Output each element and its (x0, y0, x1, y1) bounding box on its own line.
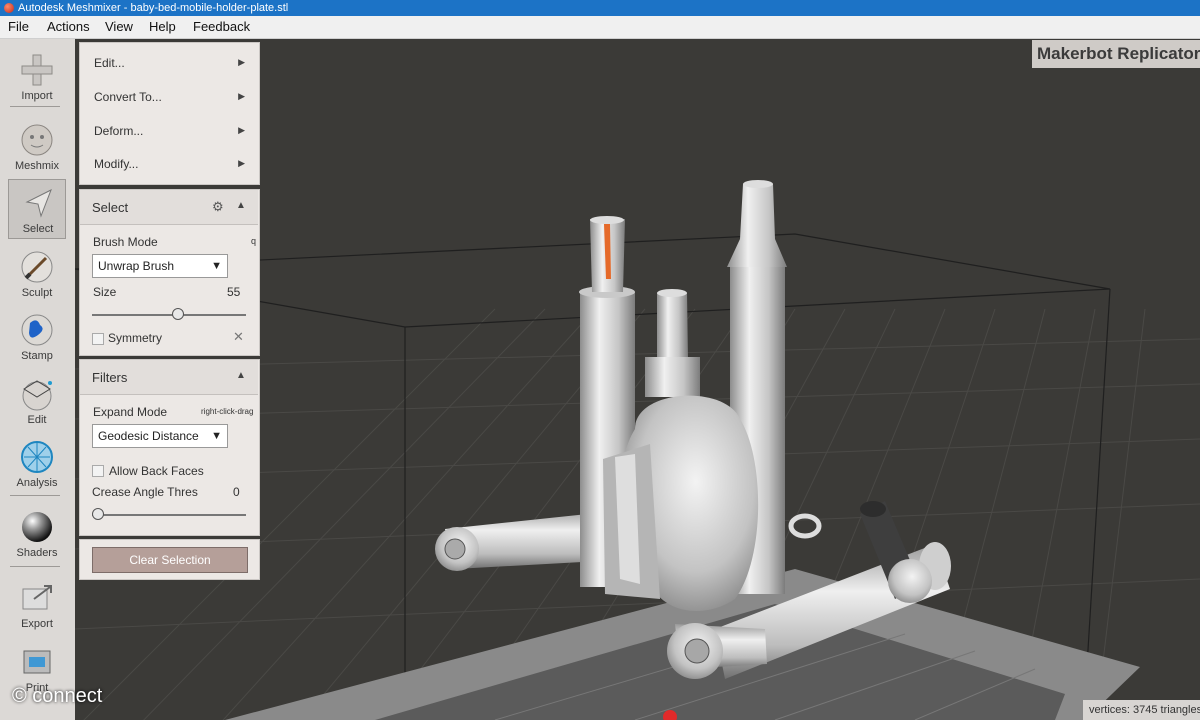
symmetry-label: Symmetry (108, 331, 162, 345)
select-icon (25, 188, 52, 218)
menu-convert-to-label: Convert To... (94, 90, 162, 104)
tool-sculpt[interactable]: Sculpt (8, 244, 66, 302)
size-label: Size (93, 285, 117, 299)
select-panel-title: Select (92, 200, 129, 215)
select-actions-menu: Edit... ▶ Convert To... ▶ Deform... ▶ Mo… (79, 42, 260, 185)
symmetry-checkbox[interactable] (92, 333, 104, 345)
allow-back-faces-checkbox[interactable] (92, 465, 104, 477)
tool-meshmix[interactable]: Meshmix (8, 117, 66, 175)
expand-mode-label: Expand Mode (93, 405, 168, 419)
chevron-right-icon: ▶ (238, 125, 245, 135)
menu-help[interactable]: Help (149, 19, 176, 34)
menu-modify[interactable]: Modify... (94, 157, 244, 171)
menu-deform-label: Deform... (94, 124, 144, 138)
watermark: © connect (12, 685, 103, 707)
expand-mode-hint: right-click-drag (201, 407, 254, 416)
stamp-icon (21, 314, 53, 346)
gear-icon[interactable]: ⚙ (212, 199, 224, 215)
chevron-right-icon: ▶ (238, 91, 245, 101)
brush-mode-dropdown[interactable]: Unwrap Brush ▼ (92, 254, 228, 278)
tool-label: Meshmix (14, 160, 59, 172)
chevron-down-icon: ▼ (211, 260, 222, 272)
chevron-down-icon: ▼ (211, 430, 222, 442)
menu-view[interactable]: View (105, 19, 133, 34)
menu-bar: File Actions View Help Feedback (0, 16, 1200, 39)
menu-edit-label: Edit... (94, 56, 125, 70)
tool-label: Edit (27, 414, 47, 426)
menu-modify-label: Modify... (94, 157, 139, 171)
collapse-icon[interactable]: ▲ (236, 370, 246, 381)
toolbar-divider (10, 495, 60, 496)
menu-feedback[interactable]: Feedback (193, 19, 250, 34)
crease-angle-value: 0 (233, 485, 240, 499)
crease-angle-label: Crease Angle Thres (92, 485, 198, 499)
left-toolbar: Import Meshmix Select Sculpt Stamp Edit … (0, 39, 75, 720)
clear-selection-panel: Clear Selection (79, 539, 260, 580)
printer-name: Makerbot Replicator (1032, 40, 1200, 68)
tool-label: Shaders (16, 547, 58, 559)
brush-mode-value: Unwrap Brush (98, 259, 175, 273)
chevron-right-icon: ▶ (238, 158, 245, 168)
tool-stamp[interactable]: Stamp (8, 307, 66, 365)
chevron-right-icon: ▶ (238, 57, 245, 67)
expand-mode-value: Geodesic Distance (98, 429, 199, 443)
brush-mode-hotkey: q (251, 236, 257, 246)
brush-mode-label: Brush Mode (93, 235, 158, 249)
title-bar: Autodesk Meshmixer - baby-bed-mobile-hol… (0, 0, 1200, 16)
analysis-icon (21, 441, 53, 473)
menu-actions[interactable]: Actions (47, 19, 90, 34)
toolbar-divider (10, 106, 60, 107)
select-panel: Select ⚙ ▲ Brush Mode q Unwrap Brush ▼ S… (79, 189, 260, 356)
filters-panel-title: Filters (92, 370, 128, 385)
sculpt-icon (21, 251, 53, 283)
import-icon (21, 54, 53, 86)
symmetry-settings-icon[interactable]: ✕ (233, 329, 244, 345)
shaders-icon (22, 512, 52, 542)
collapse-icon[interactable]: ▲ (236, 200, 246, 211)
size-slider-track[interactable] (92, 314, 246, 316)
select-panel-header[interactable]: Select ⚙ ▲ (80, 190, 258, 225)
menu-edit[interactable]: Edit... (94, 56, 244, 70)
filters-panel-header[interactable]: Filters ▲ (80, 360, 258, 395)
crease-angle-slider-track[interactable] (92, 514, 246, 516)
tool-label: Import (21, 90, 53, 102)
menu-file[interactable]: File (8, 19, 29, 34)
tool-label: Stamp (21, 350, 53, 362)
menu-deform[interactable]: Deform... (94, 124, 244, 138)
expand-mode-dropdown[interactable]: Geodesic Distance ▼ (92, 424, 228, 448)
export-icon (22, 585, 52, 610)
meshmix-icon (21, 124, 53, 156)
tool-edit[interactable]: Edit (8, 371, 66, 429)
filters-panel: Filters ▲ Expand Mode right-click-drag G… (79, 359, 260, 536)
tool-select[interactable]: Select (8, 179, 66, 239)
tool-label: Select (22, 223, 54, 235)
size-slider-thumb[interactable] (171, 308, 184, 320)
toolbar-divider (10, 566, 60, 567)
meshmixer-logo-icon (4, 3, 14, 13)
tool-analysis[interactable]: Analysis (8, 434, 66, 492)
allow-back-faces-label: Allow Back Faces (109, 464, 204, 478)
size-value: 55 (227, 285, 241, 299)
window-title: Autodesk Meshmixer - baby-bed-mobile-hol… (18, 2, 289, 14)
tool-export[interactable]: Export (8, 575, 66, 633)
tool-import[interactable]: Import (8, 47, 66, 105)
tool-label: Analysis (16, 477, 58, 489)
tool-shaders[interactable]: Shaders (8, 504, 66, 562)
tool-label: Sculpt (21, 287, 53, 299)
edit-icon (22, 380, 52, 411)
tool-label: Export (21, 618, 53, 630)
clear-selection-button[interactable]: Clear Selection (92, 547, 248, 573)
print-icon (23, 650, 51, 674)
mesh-status: vertices: 3745 triangles (1083, 700, 1200, 720)
crease-angle-slider-thumb[interactable] (92, 508, 104, 520)
menu-convert-to[interactable]: Convert To... (94, 90, 244, 104)
